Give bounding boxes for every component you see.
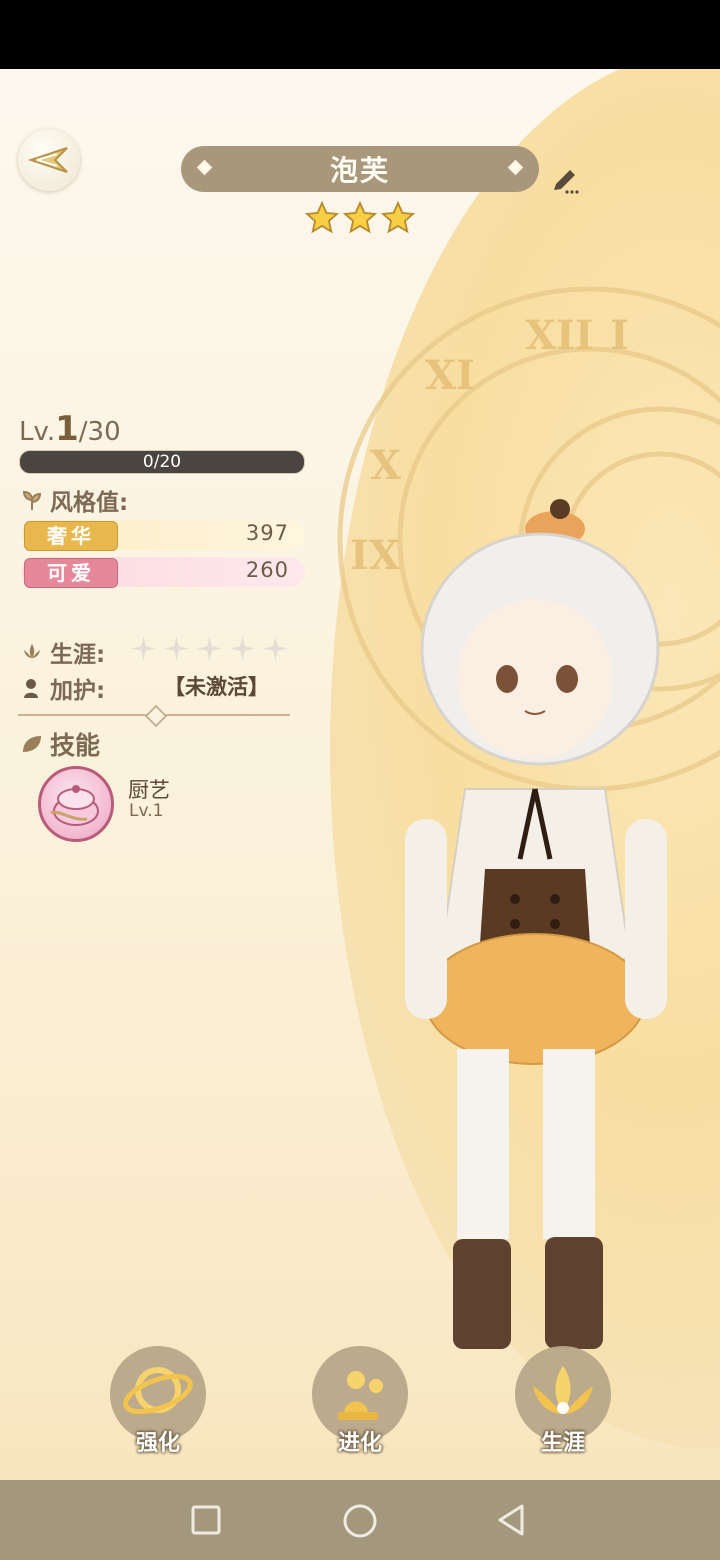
style-value-luxury: 397 xyxy=(245,521,289,545)
character-model xyxy=(405,499,667,1349)
sparkle-star-icon xyxy=(197,636,222,661)
star-icon xyxy=(342,200,378,234)
name-plate-right-diamond xyxy=(507,159,524,176)
svg-text:X: X xyxy=(370,442,401,489)
skill-level: Lv.1 xyxy=(129,801,164,821)
career-row: 生涯: xyxy=(20,635,105,669)
svg-text:IX: IX xyxy=(350,532,400,579)
back-wing-icon xyxy=(27,147,68,173)
lotus-small-icon xyxy=(24,644,40,658)
section-divider xyxy=(18,704,290,728)
protect-label: 加护: xyxy=(50,678,106,704)
style-value-cute: 260 xyxy=(245,558,289,582)
evolve-label: 进化 xyxy=(337,1431,382,1456)
svg-text:XII: XII xyxy=(525,312,593,359)
cooking-skill-icon[interactable] xyxy=(38,766,114,842)
sparkle-star-icon xyxy=(164,636,189,661)
back-nav-icon[interactable] xyxy=(494,1502,530,1538)
name-plate-left-diamond xyxy=(196,159,213,176)
style-row-cute: 可爱 260 xyxy=(22,557,305,588)
career-stars xyxy=(130,635,289,662)
level-current: 1 xyxy=(55,409,79,449)
divider-ornament xyxy=(144,704,168,728)
career-label: 生涯: xyxy=(50,642,106,668)
edit-name-icon[interactable] xyxy=(550,166,580,196)
xp-bar: 0/20 xyxy=(19,450,305,474)
svg-text:XI: XI xyxy=(425,352,475,399)
skills-title: 技能 xyxy=(50,731,101,760)
character-scene: XII XI X IX I 泡芙 Lv.1/30 0/20 风格值: 奢华 39… xyxy=(0,69,720,1480)
sprout-icon xyxy=(22,490,42,510)
character-name: 泡芙 xyxy=(329,154,390,187)
style-title-row: 风格值: xyxy=(20,483,128,517)
star-icon xyxy=(380,200,416,234)
star-icon xyxy=(304,200,340,234)
sparkle-star-icon xyxy=(263,636,288,661)
sparkle-star-icon xyxy=(230,636,255,661)
level-display: Lv.1/30 xyxy=(19,409,121,449)
status-bar xyxy=(0,0,720,69)
style-title: 风格值: xyxy=(50,490,129,516)
home-icon[interactable] xyxy=(341,1502,379,1540)
skills-header: 技能 xyxy=(20,726,100,762)
protect-row: 加护: xyxy=(20,671,105,705)
style-tag-cute: 可爱 xyxy=(24,558,118,588)
character-name-plate: 泡芙 xyxy=(181,146,539,192)
rarity-stars xyxy=(304,200,416,236)
guardian-icon xyxy=(24,679,38,698)
back-button[interactable] xyxy=(18,129,80,191)
level-max: /30 xyxy=(78,417,121,447)
skill-name: 厨艺 xyxy=(128,778,170,802)
enhance-label: 强化 xyxy=(135,1431,180,1456)
recent-apps-icon[interactable] xyxy=(188,1502,224,1538)
sparkle-star-icon xyxy=(131,636,156,661)
level-prefix: Lv. xyxy=(19,417,56,447)
style-row-luxury: 奢华 397 xyxy=(22,520,305,551)
leaf-icon xyxy=(23,736,41,752)
protect-value: 【未激活】 xyxy=(164,675,269,699)
style-tag-luxury: 奢华 xyxy=(24,521,118,551)
career-action-label: 生涯 xyxy=(540,1431,585,1456)
system-nav-bar xyxy=(0,1480,720,1560)
svg-text:I: I xyxy=(610,312,629,359)
